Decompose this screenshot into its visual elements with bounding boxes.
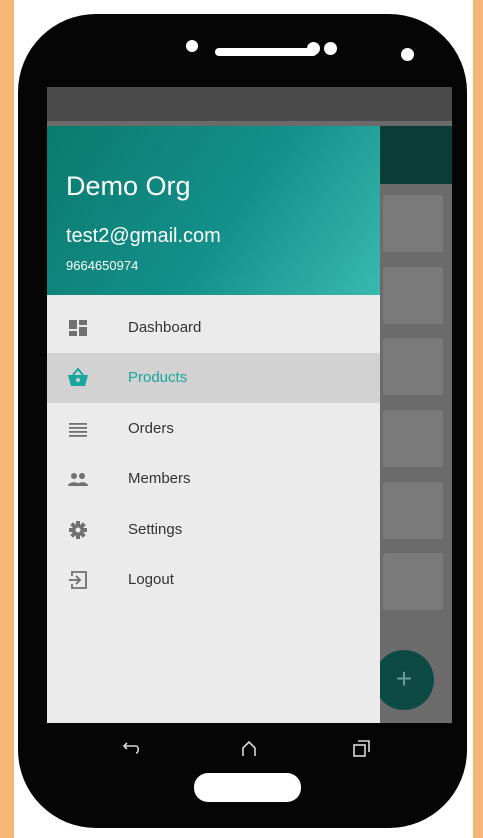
- product-card: [383, 195, 443, 252]
- drawer-item-products[interactable]: Products: [47, 353, 380, 403]
- basket-icon: [68, 368, 88, 386]
- add-product-fab[interactable]: +: [374, 650, 434, 710]
- product-card: [383, 482, 443, 539]
- product-card: [383, 410, 443, 467]
- product-card: [383, 338, 443, 395]
- drawer-item-dashboard[interactable]: Dashboard: [47, 303, 380, 353]
- front-sensor: [186, 40, 198, 52]
- user-email: test2@gmail.com: [66, 225, 221, 247]
- back-icon[interactable]: [121, 739, 143, 757]
- product-card: [383, 553, 443, 610]
- drawer-item-settings[interactable]: Settings: [47, 505, 380, 555]
- drawer-item-label: Dashboard: [128, 319, 202, 336]
- front-camera: [401, 48, 414, 61]
- status-bar: [47, 87, 452, 121]
- earpiece-speaker: [215, 48, 317, 56]
- people-icon: [68, 473, 88, 486]
- navigation-drawer: Demo Org test2@gmail.com 9664650974 Dash…: [47, 126, 380, 723]
- org-name: Demo Org: [66, 171, 191, 201]
- drawer-item-label: Logout: [128, 571, 174, 588]
- list-icon: [69, 423, 87, 437]
- recents-icon[interactable]: [350, 739, 372, 757]
- gear-icon: [69, 521, 87, 539]
- app-screen: + Demo Org test2@gmail.com 9664650974 Da…: [47, 87, 452, 723]
- drawer-item-label: Settings: [128, 521, 183, 538]
- light-sensor: [324, 42, 337, 55]
- plus-icon: +: [395, 663, 413, 694]
- drawer-item-orders[interactable]: Orders: [47, 404, 380, 454]
- product-card: [383, 267, 443, 324]
- dashboard-icon: [69, 320, 87, 336]
- drawer-item-label: Products: [128, 369, 188, 386]
- drawer-item-label: Orders: [128, 420, 174, 437]
- logout-icon: [69, 571, 87, 589]
- user-phone: 9664650974: [66, 258, 139, 273]
- drawer-header: Demo Org test2@gmail.com 9664650974: [47, 126, 380, 295]
- drawer-item-label: Members: [128, 470, 191, 487]
- hardware-home-button[interactable]: [194, 773, 301, 802]
- home-icon[interactable]: [238, 739, 260, 757]
- proximity-sensor: [307, 42, 320, 55]
- drawer-item-members[interactable]: Members: [47, 454, 380, 504]
- drawer-item-logout[interactable]: Logout: [47, 555, 380, 605]
